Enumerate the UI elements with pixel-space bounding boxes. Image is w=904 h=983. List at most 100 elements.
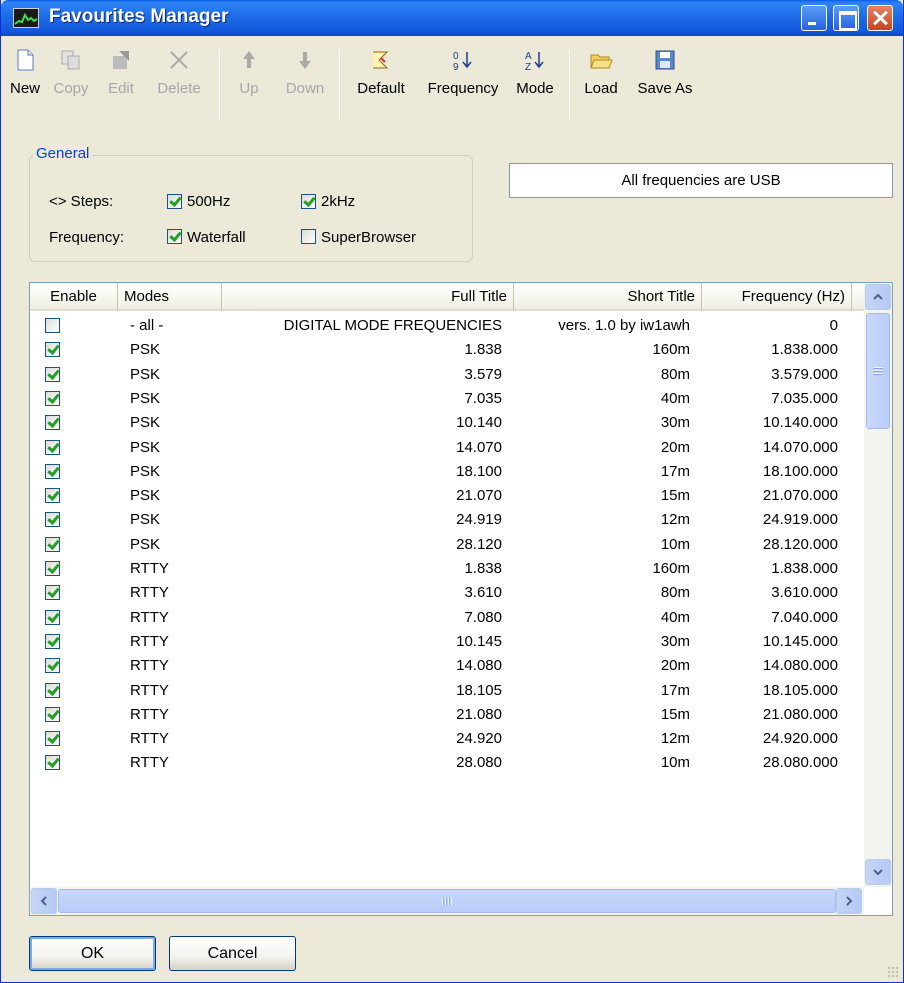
waterfall-checkbox[interactable] [167, 229, 182, 244]
row-enable-checkbox[interactable] [45, 318, 60, 333]
table-row[interactable]: RTTY 1.838 160m 1.838.000 [30, 557, 864, 581]
chevron-right-icon [846, 896, 853, 906]
step-2khz-checkbox[interactable] [301, 194, 316, 209]
table-row[interactable]: RTTY 3.610 80m 3.610.000 [30, 581, 864, 605]
column-header-modes[interactable]: Modes [118, 283, 222, 311]
scroll-down-button[interactable] [865, 859, 891, 885]
superbrowser-label[interactable]: SuperBrowser [321, 229, 416, 246]
table-row[interactable]: PSK 21.070 15m 21.070.000 [30, 484, 864, 508]
table-row[interactable]: PSK 18.100 17m 18.100.000 [30, 460, 864, 484]
row-enable-checkbox[interactable] [45, 415, 60, 431]
toolbar: New Copy Edit Delete Up Down Default 0 9… [5, 40, 899, 136]
step-2khz-label[interactable]: 2kHz [321, 193, 355, 210]
row-enable-checkbox[interactable] [45, 585, 60, 601]
row-short-title-cell: 17m [660, 681, 690, 699]
down-button[interactable]: Down [277, 40, 333, 128]
column-header-enable[interactable]: Enable [30, 283, 118, 311]
table-row[interactable]: RTTY 10.145 30m 10.145.000 [30, 630, 864, 654]
row-mode-cell: PSK [130, 487, 161, 505]
load-button-label: Load [584, 80, 618, 97]
row-short-title-cell: 12m [660, 730, 690, 748]
table-row[interactable]: RTTY 21.080 15m 21.080.000 [30, 703, 864, 727]
row-full-title-cell: 21.070 [456, 487, 502, 505]
steps-label: <> Steps: [49, 193, 114, 210]
row-enable-checkbox[interactable] [45, 633, 60, 649]
row-enable-checkbox[interactable] [45, 609, 60, 625]
row-frequency-cell: 14.070.000 [762, 438, 838, 456]
row-enable-checkbox[interactable] [45, 706, 60, 722]
table-row[interactable]: - all - DIGITAL MODE FREQUENCIES vers. 1.0… [30, 314, 864, 338]
load-button[interactable]: Load [577, 40, 625, 128]
row-short-title-cell: 20m [660, 657, 690, 675]
table-row[interactable]: RTTY 18.105 17m 18.105.000 [30, 679, 864, 703]
resize-grip-icon[interactable] [887, 966, 899, 978]
folder-open-icon [589, 48, 613, 72]
title-bar[interactable]: Favourites Manager [1, 0, 903, 36]
table-row[interactable]: PSK 14.070 20m 14.070.000 [30, 436, 864, 460]
edit-button[interactable]: Edit [99, 40, 143, 128]
minimize-button[interactable] [801, 5, 827, 31]
row-short-title-cell: 80m [660, 584, 690, 602]
column-header-frequency[interactable]: Frequency (Hz) [702, 283, 852, 311]
horizontal-scroll-thumb[interactable] [58, 889, 836, 913]
row-enable-checkbox[interactable] [45, 755, 60, 771]
table-row[interactable]: PSK 1.838 160m 1.838.000 [30, 338, 864, 362]
row-enable-checkbox[interactable] [45, 536, 60, 552]
general-group-title: General [33, 145, 93, 162]
table-row[interactable]: RTTY 7.080 40m 7.040.000 [30, 606, 864, 630]
row-enable-checkbox[interactable] [45, 439, 60, 455]
table-row[interactable]: PSK 7.035 40m 7.035.000 [30, 387, 864, 411]
new-button[interactable]: New [5, 40, 45, 128]
row-enable-checkbox[interactable] [45, 731, 60, 747]
row-enable-checkbox[interactable] [45, 682, 60, 698]
scroll-left-button[interactable] [31, 888, 57, 914]
row-mode-cell: PSK [130, 341, 161, 359]
row-mode-cell: PSK [130, 462, 161, 480]
row-enable-checkbox[interactable] [45, 512, 60, 528]
sort-mode-button[interactable]: AZ Mode [509, 40, 561, 128]
ok-button[interactable]: OK [29, 936, 156, 971]
sort-frequency-button[interactable]: 09 Frequency [419, 40, 507, 128]
scroll-right-button[interactable] [836, 888, 862, 914]
waterfall-label[interactable]: Waterfall [187, 229, 246, 246]
column-header-full-title[interactable]: Full Title [222, 283, 514, 311]
table-row[interactable]: RTTY 24.920 12m 24.920.000 [30, 727, 864, 751]
superbrowser-checkbox[interactable] [301, 229, 316, 244]
cancel-button[interactable]: Cancel [169, 936, 296, 971]
table-row[interactable]: RTTY 28.080 10m 28.080.000 [30, 751, 864, 775]
chevron-left-icon [40, 896, 47, 906]
step-500hz-checkbox[interactable] [167, 194, 182, 209]
maximize-button[interactable] [833, 5, 859, 31]
delete-button[interactable]: Delete [145, 40, 213, 128]
table-row[interactable]: PSK 3.579 80m 3.579.000 [30, 363, 864, 387]
row-enable-checkbox[interactable] [45, 488, 60, 504]
copy-button[interactable]: Copy [47, 40, 95, 128]
vertical-scroll-thumb[interactable] [866, 313, 890, 429]
save-as-button[interactable]: Save As [629, 40, 701, 128]
column-header-short-title[interactable]: Short Title [514, 283, 702, 311]
table-row[interactable]: PSK 28.120 10m 28.120.000 [30, 533, 864, 557]
default-button[interactable]: Default [347, 40, 415, 128]
horizontal-scrollbar[interactable] [30, 887, 864, 915]
row-enable-checkbox[interactable] [45, 463, 60, 479]
row-enable-checkbox[interactable] [45, 658, 60, 674]
new-button-label: New [9, 80, 40, 97]
row-enable-checkbox[interactable] [45, 342, 60, 358]
step-500hz-label[interactable]: 500Hz [187, 193, 230, 210]
row-enable-checkbox[interactable] [45, 390, 60, 406]
frequency-info-box: All frequencies are USB [509, 163, 893, 198]
row-enable-checkbox[interactable] [45, 366, 60, 382]
table-row[interactable]: PSK 10.140 30m 10.140.000 [30, 411, 864, 435]
default-icon [369, 48, 393, 72]
row-short-title-cell: 10m [660, 535, 690, 553]
down-button-label: Down [285, 80, 325, 97]
vertical-scrollbar[interactable] [864, 283, 892, 887]
favourites-grid[interactable]: Enable Modes Full Title Short Title Freq… [29, 282, 893, 916]
table-row[interactable]: PSK 24.919 12m 24.919.000 [30, 508, 864, 532]
scroll-up-button[interactable] [865, 284, 891, 310]
table-row[interactable]: RTTY 14.080 20m 14.080.000 [30, 654, 864, 678]
up-button[interactable]: Up [229, 40, 269, 128]
arrow-up-icon [237, 48, 261, 72]
row-enable-checkbox[interactable] [45, 561, 60, 576]
close-button[interactable] [867, 5, 893, 31]
